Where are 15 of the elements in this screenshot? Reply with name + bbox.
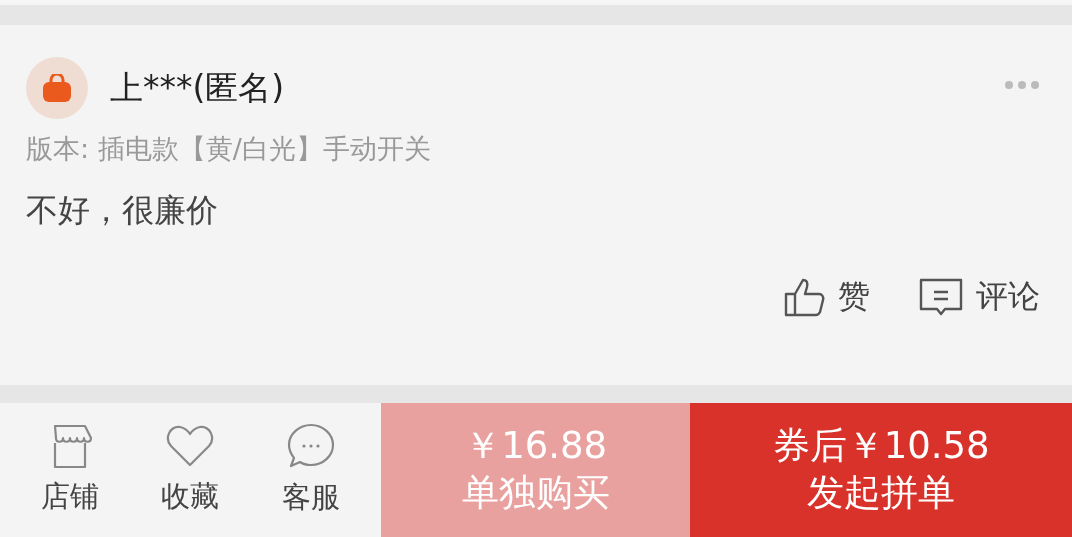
user-name: 上***(匿名): [110, 66, 285, 109]
review-text: 不好，很廉价: [26, 190, 219, 231]
thumbs-up-icon: [784, 277, 826, 317]
handbag-icon: [42, 74, 72, 102]
group-buy-button[interactable]: 券后￥10.58 发起拼单: [690, 403, 1072, 537]
nav-item[interactable]: 店铺: [41, 423, 100, 517]
nav-item[interactable]: 客服: [281, 422, 340, 518]
comment-button[interactable]: 评论: [918, 275, 1040, 319]
more-icon[interactable]: [1004, 80, 1040, 90]
heart-icon: [165, 423, 216, 469]
product-version: 版本: 插电款【黄/白光】手动开关: [26, 132, 432, 166]
comment-icon: [918, 277, 964, 317]
chat-icon: [285, 422, 336, 470]
like-button[interactable]: 赞: [784, 275, 870, 319]
nav-item[interactable]: 收藏: [161, 423, 220, 517]
